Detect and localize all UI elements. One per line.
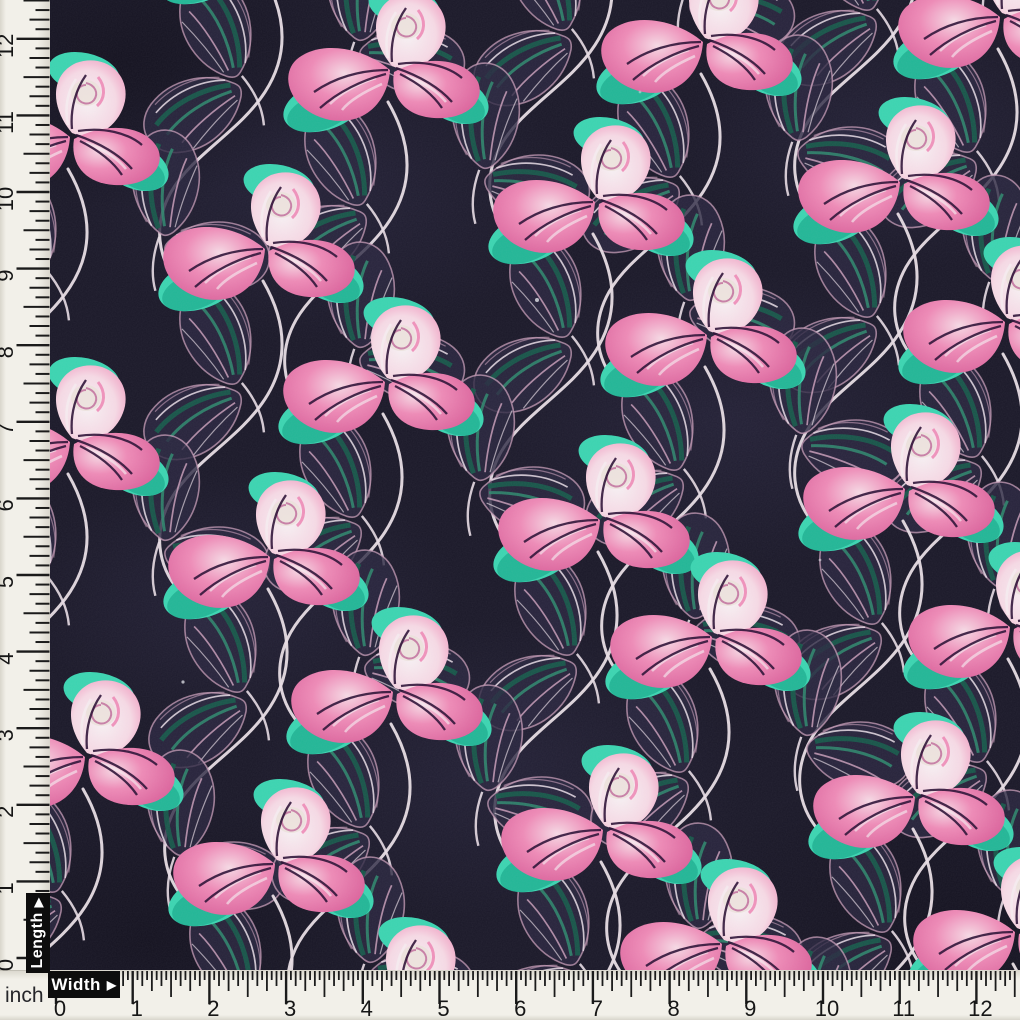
ruler-number: 6: [514, 996, 526, 1020]
ruler-number: 7: [591, 996, 603, 1020]
width-ruler-label: Width ▶: [48, 971, 120, 998]
fabric-grain: [0, 0, 1020, 970]
ruler-number: 12: [968, 996, 992, 1020]
length-arrow-icon: ▶: [32, 897, 44, 907]
length-label-text: Length: [29, 912, 47, 968]
width-arrow-icon: ▶: [107, 979, 117, 991]
bottom-ruler-ticks: [56, 971, 1015, 1004]
length-ruler-label: Length ▶: [26, 893, 50, 973]
unit-inch-label: inch: [5, 984, 49, 1008]
fabric-pattern: [0, 0, 1020, 970]
bottom-ruler: [0, 970, 1020, 1020]
ruler-number: 3: [284, 996, 296, 1020]
ruler-number: 8: [667, 996, 679, 1020]
width-label-text: Width: [51, 975, 101, 995]
ruler-number: 0: [54, 996, 66, 1020]
ruler-number: 1: [131, 996, 143, 1020]
ruler-number: 5: [437, 996, 449, 1020]
ruler-number: 11: [892, 996, 915, 1020]
ruler-number: 9: [744, 996, 756, 1020]
bottom-ruler-numbers: 0123456789101112: [54, 996, 993, 1020]
ruler-number: 2: [207, 996, 219, 1020]
fabric-swatch-photo: 0123456789101112 0123456789101112 Length…: [0, 0, 1020, 1020]
ruler-number: 4: [361, 996, 373, 1020]
ruler-number: 10: [815, 996, 839, 1020]
